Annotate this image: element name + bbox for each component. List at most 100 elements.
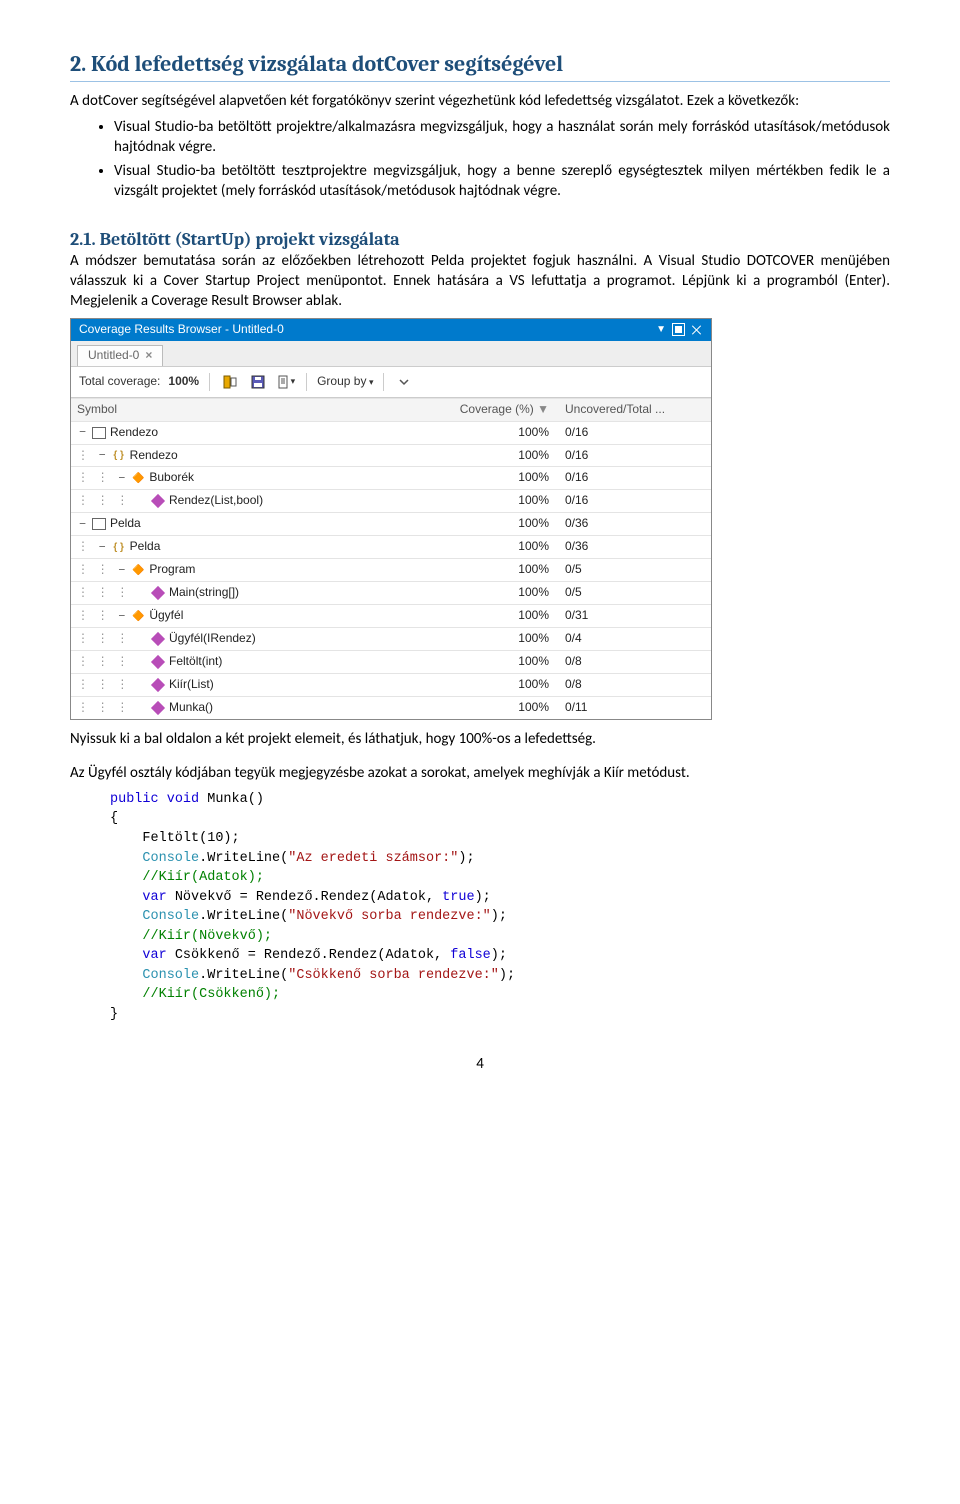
close-icon[interactable] — [691, 324, 703, 336]
column-header-coverage[interactable]: Coverage (%) — [460, 402, 534, 416]
expander-icon[interactable] — [136, 701, 147, 716]
page-number: 4 — [70, 1055, 890, 1075]
uncovered-cell: 0/4 — [549, 631, 705, 647]
tree-row[interactable]: ⋮ ⋮ ⋮ Feltölt(int)100%0/8 — [71, 650, 711, 673]
group-by-dropdown[interactable]: Group by — [317, 374, 373, 390]
tree-row[interactable]: − Rendezo 100%0/16 — [71, 421, 711, 444]
uncovered-cell: 0/16 — [549, 425, 705, 441]
tree-row[interactable]: ⋮ ⋮ ⋮ Munka()100%0/11 — [71, 696, 711, 719]
expander-icon[interactable]: − — [97, 540, 108, 555]
document-tab[interactable]: Untitled-0 × — [77, 345, 163, 366]
tree-row[interactable]: ⋮ −{ }Rendezo100%0/16 — [71, 444, 711, 467]
document-tab-label: Untitled-0 — [88, 348, 139, 364]
tree-header-row: Symbol Coverage (%) ▼ Uncovered/Total ..… — [71, 398, 711, 421]
uncovered-cell: 0/5 — [549, 562, 705, 578]
uncovered-cell: 0/16 — [549, 470, 705, 486]
uncovered-cell: 0/8 — [549, 654, 705, 670]
expander-icon[interactable] — [136, 678, 147, 693]
tree-row-label: Ügyfél(IRendez) — [169, 631, 256, 647]
window-title: Coverage Results Browser - Untitled-0 — [79, 322, 284, 338]
coverage-tree[interactable]: −Rendezo100%0/16⋮ −{ }Rendezo100%0/16⋮ ⋮… — [71, 421, 711, 719]
save-button[interactable] — [248, 372, 268, 392]
document-tabstrip: Untitled-0 × — [71, 341, 711, 367]
expander-icon[interactable] — [136, 632, 147, 647]
coverage-cell: 100% — [429, 700, 549, 716]
total-coverage-value: 100% — [168, 374, 199, 390]
coverage-cell: 100% — [429, 608, 549, 624]
window-titlebar[interactable]: Coverage Results Browser - Untitled-0 ▼ — [71, 319, 711, 341]
coverage-cell: 100% — [429, 493, 549, 509]
coverage-cell: 100% — [429, 677, 549, 693]
expander-icon[interactable]: − — [77, 517, 88, 532]
highlight-button[interactable] — [220, 372, 240, 392]
section-heading: 2. Kód lefedettség vizsgálata dotCover s… — [70, 50, 890, 82]
tree-row-label: Feltölt(int) — [169, 654, 222, 670]
tree-row[interactable]: ⋮ −{ }Pelda100%0/36 — [71, 535, 711, 558]
tree-row[interactable]: ⋮ ⋮ −🔶Ügyfél100%0/31 — [71, 604, 711, 627]
coverage-cell: 100% — [429, 585, 549, 601]
expander-icon[interactable]: − — [97, 448, 108, 463]
column-header-uncovered[interactable]: Uncovered/Total ... — [549, 402, 705, 418]
post-panel-paragraph-2: Az Ügyfél osztály kódjában tegyük megjeg… — [70, 764, 890, 784]
uncovered-cell: 0/5 — [549, 585, 705, 601]
tree-row-label: Pelda — [130, 539, 161, 555]
bullet-item: Visual Studio-ba betöltött tesztprojektr… — [114, 162, 890, 202]
expander-icon[interactable] — [136, 494, 147, 509]
tree-row[interactable]: ⋮ ⋮ −🔶Program100%0/5 — [71, 558, 711, 581]
tree-row[interactable]: ⋮ ⋮ ⋮ Kiír(List)100%0/8 — [71, 673, 711, 696]
tree-row-label: Rendezo — [110, 425, 158, 441]
post-panel-paragraph-1: Nyissuk ki a bal oldalon a két projekt e… — [70, 730, 890, 750]
bullet-item: Visual Studio-ba betöltött projektre/alk… — [114, 118, 890, 158]
column-header-symbol[interactable]: Symbol — [77, 402, 429, 418]
coverage-cell: 100% — [429, 425, 549, 441]
pin-icon[interactable] — [672, 323, 685, 336]
coverage-cell: 100% — [429, 631, 549, 647]
tree-row-label: Munka() — [169, 700, 213, 716]
tree-row-label: Rendezo — [130, 448, 178, 464]
subsection-paragraph: A módszer bemutatása során az előzőekben… — [70, 252, 890, 312]
coverage-cell: 100% — [429, 654, 549, 670]
tree-row-label: Ügyfél — [149, 608, 183, 624]
tab-close-icon[interactable]: × — [145, 348, 152, 364]
expander-icon[interactable]: − — [116, 471, 127, 486]
uncovered-cell: 0/11 — [549, 700, 705, 716]
tree-row-label: Rendez(List,bool) — [169, 493, 263, 509]
tree-row-label: Program — [149, 562, 195, 578]
coverage-results-window: Coverage Results Browser - Untitled-0 ▼ … — [70, 318, 712, 720]
bullet-list: Visual Studio-ba betöltött projektre/alk… — [70, 118, 890, 202]
tree-row[interactable]: ⋮ ⋮ ⋮ Ügyfél(IRendez)100%0/4 — [71, 627, 711, 650]
tree-row[interactable]: − Pelda 100%0/36 — [71, 512, 711, 535]
coverage-cell: 100% — [429, 448, 549, 464]
intro-paragraph: A dotCover segítségével alapvetően két f… — [70, 92, 890, 112]
subsection-heading: 2.1. Betöltött (StartUp) projekt vizsgál… — [70, 228, 890, 252]
tree-row[interactable]: ⋮ ⋮ ⋮ Main(string[])100%0/5 — [71, 581, 711, 604]
coverage-cell: 100% — [429, 539, 549, 555]
collapse-all-button[interactable] — [394, 372, 414, 392]
tree-row[interactable]: ⋮ ⋮ ⋮ Rendez(List,bool)100%0/16 — [71, 489, 711, 512]
uncovered-cell: 0/36 — [549, 539, 705, 555]
coverage-cell: 100% — [429, 516, 549, 532]
coverage-cell: 100% — [429, 470, 549, 486]
expander-icon[interactable] — [136, 655, 147, 670]
tree-row[interactable]: ⋮ ⋮ −🔶Buborék100%0/16 — [71, 466, 711, 489]
uncovered-cell: 0/8 — [549, 677, 705, 693]
uncovered-cell: 0/36 — [549, 516, 705, 532]
coverage-cell: 100% — [429, 562, 549, 578]
coverage-toolbar: Total coverage: 100% Group by — [71, 367, 711, 398]
total-coverage-label: Total coverage: — [79, 374, 160, 390]
expander-icon[interactable]: − — [77, 425, 88, 440]
sort-desc-icon: ▼ — [537, 402, 549, 416]
expander-icon[interactable]: − — [116, 609, 127, 624]
expander-icon[interactable]: − — [116, 563, 127, 578]
uncovered-cell: 0/16 — [549, 448, 705, 464]
code-block: public void Munka() { Feltölt(10); Conso… — [110, 790, 890, 1025]
uncovered-cell: 0/31 — [549, 608, 705, 624]
tree-row-label: Pelda — [110, 516, 141, 532]
tree-row-label: Main(string[]) — [169, 585, 239, 601]
window-menu-caret-icon[interactable]: ▼ — [656, 323, 666, 336]
tree-row-label: Buborék — [149, 470, 194, 486]
expander-icon[interactable] — [136, 586, 147, 601]
export-button[interactable] — [276, 372, 296, 392]
uncovered-cell: 0/16 — [549, 493, 705, 509]
tree-row-label: Kiír(List) — [169, 677, 214, 693]
